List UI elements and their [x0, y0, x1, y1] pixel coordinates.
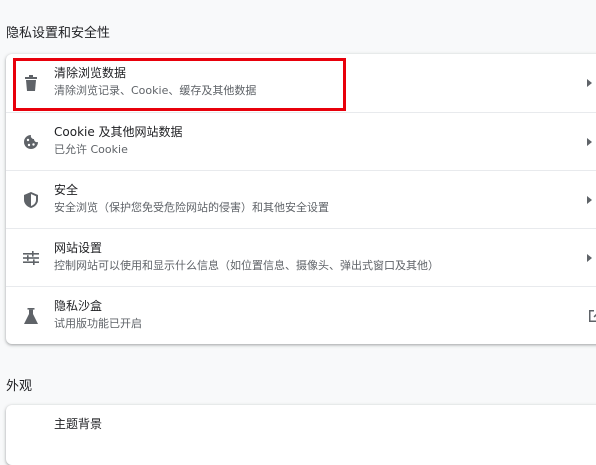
- site-settings-label: 网站设置: [54, 241, 103, 255]
- privacy-sandbox-row[interactable]: 隐私沙盒 试用版功能已开启: [6, 286, 596, 344]
- trash-icon: [22, 74, 40, 92]
- chevron-right-icon: [587, 195, 592, 204]
- clear-browsing-data-description: 清除浏览记录、Cookie、缓存及其他数据: [54, 84, 257, 97]
- clear-browsing-data-label: 清除浏览数据: [54, 66, 127, 80]
- cookies-row[interactable]: Cookie 及其他网站数据 已允许 Cookie: [6, 112, 596, 170]
- privacy-card: 清除浏览数据 清除浏览记录、Cookie、缓存及其他数据 Cookie 及其他网…: [6, 54, 596, 344]
- shield-icon: [22, 191, 40, 209]
- security-row[interactable]: 安全 安全浏览（保护您免受危险网站的侵害）和其他安全设置: [6, 170, 596, 228]
- site-settings-description: 控制网站可以使用和显示什么信息（如位置信息、摄像头、弹出式窗口及其他）: [54, 259, 439, 272]
- chevron-right-icon: [587, 253, 592, 262]
- flask-icon: [22, 307, 40, 325]
- chevron-right-icon: [587, 79, 592, 87]
- privacy-sandbox-label: 隐私沙盒: [54, 299, 103, 313]
- appearance-section-title: 外观: [6, 379, 33, 394]
- security-description: 安全浏览（保护您免受危险网站的侵害）和其他安全设置: [54, 201, 329, 214]
- open-in-new-icon[interactable]: [588, 309, 596, 323]
- privacy-section-title: 隐私设置和安全性: [6, 26, 111, 41]
- site-settings-row[interactable]: 网站设置 控制网站可以使用和显示什么信息（如位置信息、摄像头、弹出式窗口及其他）: [6, 228, 596, 286]
- theme-row[interactable]: 主题背景: [6, 405, 596, 463]
- security-label: 安全: [54, 183, 79, 197]
- chevron-right-icon: [587, 137, 592, 146]
- tune-icon: [22, 249, 40, 267]
- cookie-icon: [22, 133, 40, 151]
- cookies-description: 已允许 Cookie: [54, 143, 128, 156]
- privacy-sandbox-description: 试用版功能已开启: [54, 317, 142, 330]
- cookies-label: Cookie 及其他网站数据: [54, 125, 183, 139]
- clear-browsing-data-row[interactable]: 清除浏览数据 清除浏览记录、Cookie、缓存及其他数据: [6, 54, 596, 112]
- appearance-card: 主题背景: [6, 405, 596, 465]
